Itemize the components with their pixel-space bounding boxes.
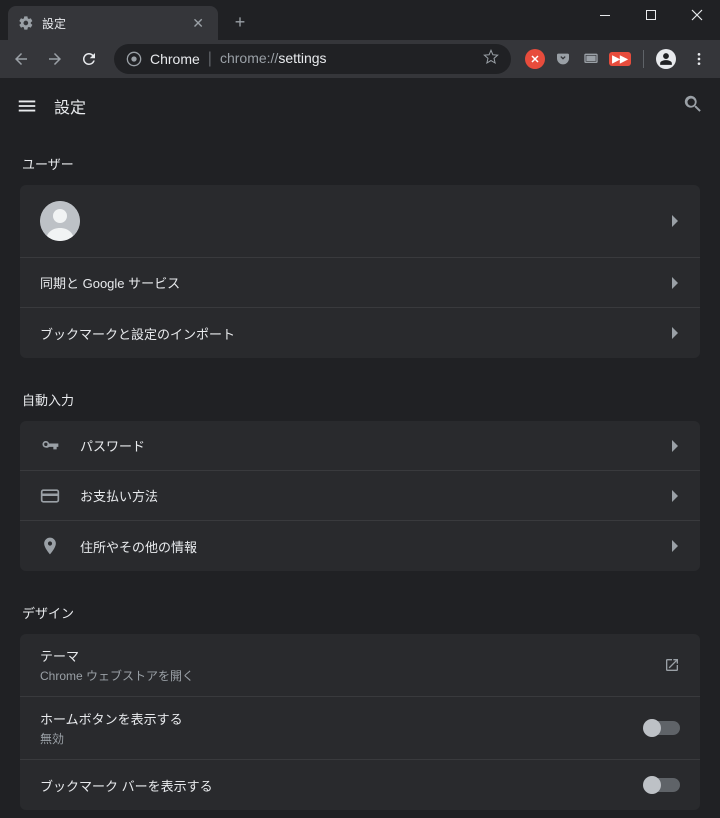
back-button[interactable] (6, 44, 36, 74)
row-passwords[interactable]: パスワード (20, 421, 700, 471)
url-origin: Chrome (150, 51, 200, 67)
key-icon (40, 436, 60, 456)
bookmark-star-icon[interactable] (483, 49, 499, 70)
row-label: テーマ (40, 646, 664, 665)
row-bookmarks-bar[interactable]: ブックマーク バーを表示する (20, 760, 700, 810)
settings-page: 設定 ユーザー 同期と Google サービス ブックマークと設定のインポート (0, 78, 720, 818)
maximize-button[interactable] (628, 0, 674, 30)
url-divider: | (208, 50, 212, 68)
row-payments[interactable]: お支払い方法 (20, 471, 700, 521)
reload-button[interactable] (74, 44, 104, 74)
chevron-right-icon (672, 215, 680, 227)
kebab-menu-icon[interactable] (684, 44, 714, 74)
search-icon[interactable] (682, 93, 704, 120)
section-autofill-card: パスワード お支払い方法 住所やその他の情報 (20, 421, 700, 571)
row-import-bookmarks[interactable]: ブックマークと設定のインポート (20, 308, 700, 358)
toggle-switch[interactable] (644, 778, 680, 792)
section-user-label: ユーザー (0, 134, 720, 185)
row-label: 同期と Google サービス (40, 273, 672, 292)
close-window-button[interactable] (674, 0, 720, 30)
window-titlebar: 設定 ✕ + (0, 0, 720, 40)
url-scheme: chrome:// (220, 50, 278, 66)
row-label: 住所やその他の情報 (80, 537, 672, 556)
browser-tab[interactable]: 設定 ✕ (8, 6, 218, 40)
minimize-button[interactable] (582, 0, 628, 30)
url-path: settings (278, 50, 326, 66)
chevron-right-icon (672, 327, 680, 339)
extension-icon-4[interactable]: ▶▶ (609, 52, 631, 66)
section-autofill-label: 自動入力 (0, 370, 720, 421)
section-user-card: 同期と Google サービス ブックマークと設定のインポート (20, 185, 700, 358)
extension-icon-1[interactable] (525, 49, 545, 69)
row-sync-google[interactable]: 同期と Google サービス (20, 258, 700, 308)
avatar (40, 201, 80, 241)
location-pin-icon (40, 536, 60, 556)
row-theme[interactable]: テーマ Chrome ウェブストアを開く (20, 634, 700, 697)
row-addresses[interactable]: 住所やその他の情報 (20, 521, 700, 571)
row-label: ホームボタンを表示する (40, 709, 644, 728)
address-bar[interactable]: Chrome | chrome://settings (114, 44, 511, 74)
row-sublabel: Chrome ウェブストアを開く (40, 667, 664, 684)
row-profile[interactable] (20, 185, 700, 258)
toolbar-separator (643, 50, 644, 68)
gear-icon (18, 15, 34, 31)
chevron-right-icon (672, 490, 680, 502)
forward-button[interactable] (40, 44, 70, 74)
external-link-icon (664, 657, 680, 673)
row-label: ブックマーク バーを表示する (40, 776, 644, 795)
toggle-switch[interactable] (644, 721, 680, 735)
chevron-right-icon (672, 440, 680, 452)
extension-icons: ▶▶ (521, 49, 680, 69)
section-appearance-label: デザイン (0, 583, 720, 634)
tab-title: 設定 (42, 15, 188, 32)
row-label: パスワード (80, 436, 672, 455)
window-controls (582, 0, 720, 30)
row-sublabel: 無効 (40, 730, 644, 747)
row-label: お支払い方法 (80, 486, 672, 505)
row-label: ブックマークと設定のインポート (40, 324, 672, 343)
page-title: 設定 (54, 94, 86, 118)
close-tab-icon[interactable]: ✕ (188, 13, 208, 34)
row-home-button[interactable]: ホームボタンを表示する 無効 (20, 697, 700, 760)
browser-toolbar: Chrome | chrome://settings ▶▶ (0, 40, 720, 78)
chrome-logo-icon (126, 51, 142, 67)
chevron-right-icon (672, 277, 680, 289)
credit-card-icon (40, 486, 60, 506)
profile-icon[interactable] (656, 49, 676, 69)
hamburger-menu-icon[interactable] (16, 95, 38, 117)
settings-scroll-area[interactable]: ユーザー 同期と Google サービス ブックマークと設定のインポート 自動入… (0, 134, 720, 818)
cast-icon[interactable] (581, 49, 601, 69)
pocket-icon[interactable] (553, 49, 573, 69)
settings-header: 設定 (0, 78, 720, 134)
chevron-right-icon (672, 540, 680, 552)
new-tab-button[interactable]: + (226, 8, 254, 36)
section-appearance-card: テーマ Chrome ウェブストアを開く ホームボタンを表示する 無効 ブックマ… (20, 634, 700, 810)
